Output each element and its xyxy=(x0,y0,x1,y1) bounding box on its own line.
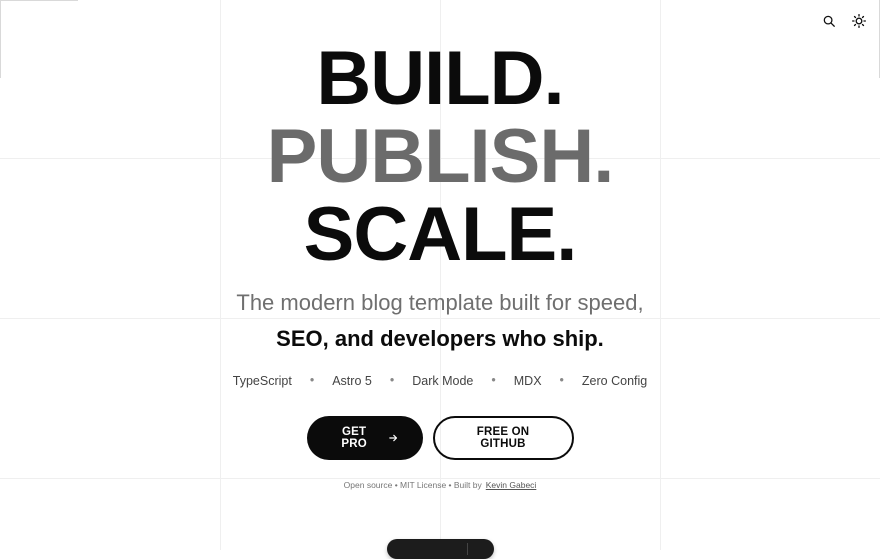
hero-subtitle-line1: The modern blog template built for speed… xyxy=(236,290,644,315)
headline-line-build: BUILD. xyxy=(316,36,564,121)
tag-zero-config: Zero Config xyxy=(581,374,648,388)
theme-toggle-button[interactable] xyxy=(850,12,868,30)
license-note: Open source • MIT License • Built by Kev… xyxy=(0,480,880,490)
sun-icon xyxy=(852,14,866,28)
tag-mdx: MDX xyxy=(513,374,542,388)
bottom-dock[interactable] xyxy=(387,539,494,559)
search-icon xyxy=(823,15,835,27)
license-note-text: Open source • MIT License • Built by xyxy=(343,480,482,490)
tag-typescript: TypeScript xyxy=(232,374,292,388)
tag-dark-mode: Dark Mode xyxy=(412,374,474,388)
author-link[interactable]: Kevin Gabeci xyxy=(486,480,537,490)
headline-line-publish: PUBLISH. xyxy=(266,114,615,199)
cta-group: GET PRO FREE ON GITHUB xyxy=(0,416,880,460)
get-pro-label: GET PRO xyxy=(341,426,367,450)
get-pro-button[interactable]: GET PRO xyxy=(306,416,423,460)
hero-subtitle-line2: SEO, and developers who ship. xyxy=(276,326,604,351)
feature-tags: TypeScript • Astro 5 • Dark Mode • MDX •… xyxy=(0,373,880,388)
frame-edge xyxy=(0,0,78,1)
top-actions xyxy=(820,12,868,30)
search-button[interactable] xyxy=(820,12,838,30)
tag-separator: • xyxy=(491,373,496,387)
free-on-github-button[interactable]: FREE ON GITHUB xyxy=(432,416,574,460)
tag-astro: Astro 5 xyxy=(332,374,372,388)
free-on-github-label: FREE ON GITHUB xyxy=(476,426,530,450)
hero-section: BUILD. PUBLISH. SCALE. The modern blog t… xyxy=(0,40,880,491)
arrow-right-icon xyxy=(389,434,397,442)
tag-separator: • xyxy=(559,373,564,387)
tag-separator: • xyxy=(309,373,315,387)
dock-divider xyxy=(467,543,468,555)
tag-separator: • xyxy=(389,373,395,387)
headline-line-scale: SCALE. xyxy=(303,192,578,277)
hero-headline: BUILD. PUBLISH. SCALE. xyxy=(0,40,880,274)
